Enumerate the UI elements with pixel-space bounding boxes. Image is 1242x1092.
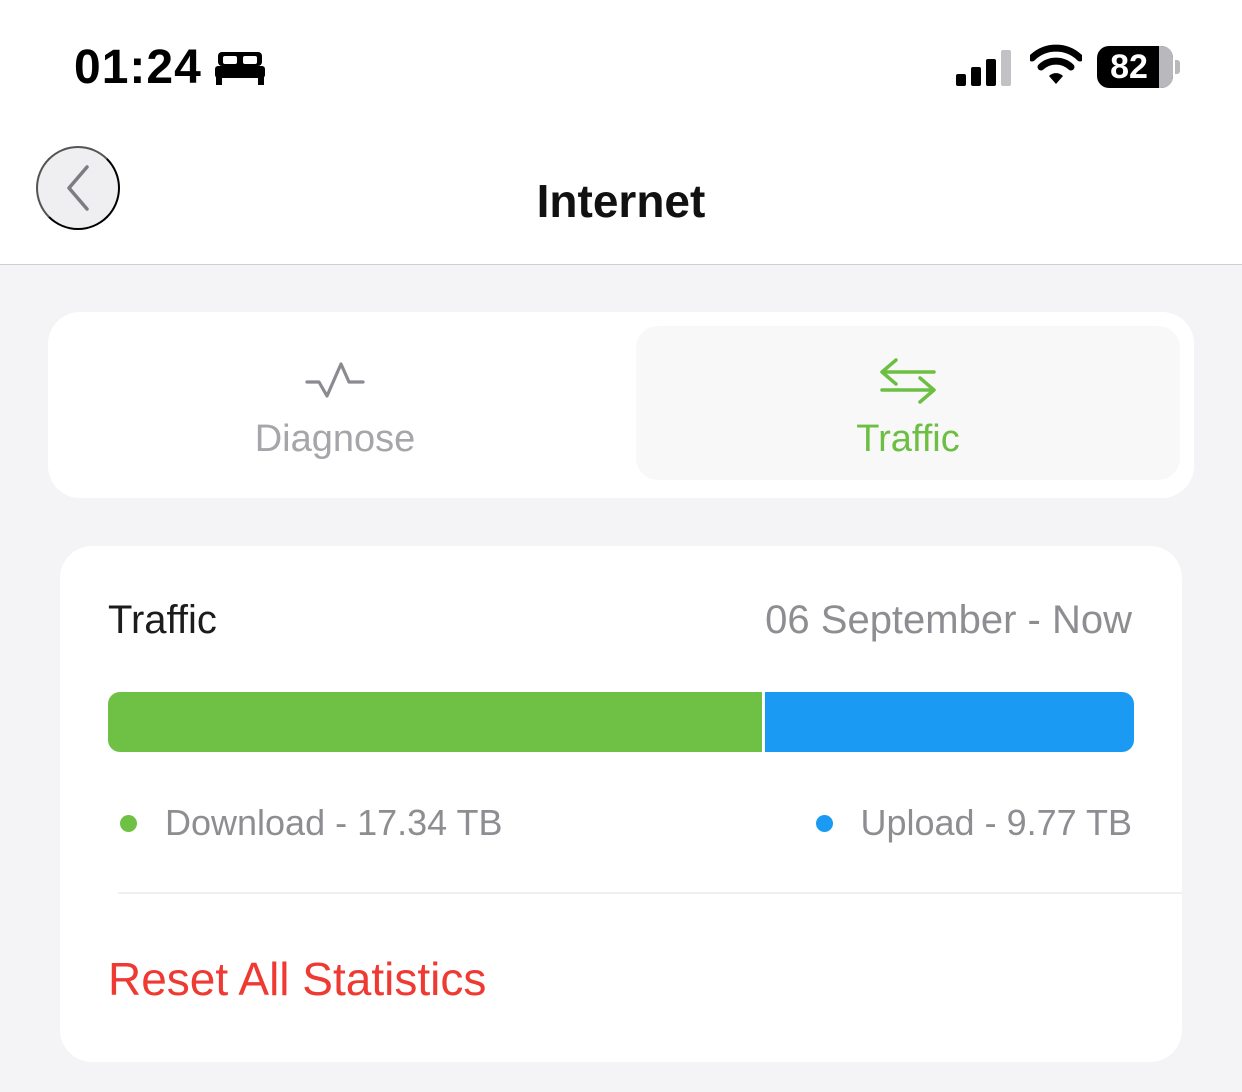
page-title: Internet	[536, 175, 706, 227]
wifi-icon	[1030, 44, 1082, 84]
bed-icon	[215, 52, 265, 85]
reset-statistics-button[interactable]: Reset All Statistics	[108, 952, 486, 1006]
download-dot-icon	[120, 814, 137, 832]
upload-bar-segment	[765, 692, 1134, 752]
navigation-bar: Internet	[0, 130, 1242, 265]
traffic-card: Traffic 06 September - Now Download - 17…	[60, 546, 1182, 1062]
traffic-date-range: 06 September - Now	[765, 598, 1132, 642]
divider	[118, 892, 1182, 894]
download-bar-segment	[108, 692, 762, 752]
tab-diagnose[interactable]: Diagnose	[68, 326, 602, 480]
traffic-title: Traffic	[108, 598, 217, 642]
cellular-signal-icon	[956, 50, 1011, 86]
pulse-icon	[305, 362, 365, 398]
arrows-swap-icon	[880, 358, 936, 404]
status-time: 01:24	[74, 41, 202, 94]
download-legend-label: Download - 17.34 TB	[165, 802, 503, 843]
upload-legend-label: Upload - 9.77 TB	[860, 802, 1133, 843]
tab-diagnose-label: Diagnose	[254, 418, 416, 460]
upload-dot-icon	[815, 814, 833, 832]
battery-level: 82	[1110, 48, 1148, 86]
tab-traffic[interactable]: Traffic	[636, 326, 1180, 480]
segmented-control: Diagnose Traffic	[48, 312, 1194, 498]
battery-nub	[1175, 60, 1180, 74]
status-bar: 01:24 82	[0, 0, 1242, 130]
battery-indicator: 82	[1097, 46, 1173, 88]
upload-legend: Upload - 9.77 TB	[815, 802, 1133, 844]
traffic-usage-bar	[108, 692, 1134, 752]
download-legend: Download - 17.34 TB	[120, 802, 503, 844]
tab-traffic-label: Traffic	[856, 418, 960, 460]
